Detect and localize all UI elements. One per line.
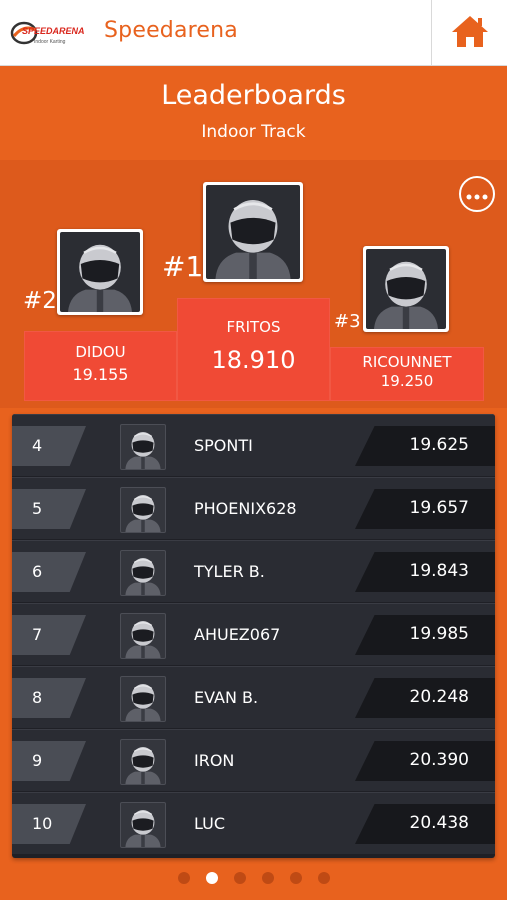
podium-plate-first[interactable]: FRITOS 18.910 [177, 298, 330, 401]
page-dot[interactable] [289, 872, 302, 884]
row-position: 4 [32, 436, 43, 455]
leaderboard-row[interactable]: 9 IRON 20.390 [12, 729, 495, 791]
row-driver-name: EVAN B. [194, 688, 259, 707]
row-position: 5 [32, 499, 43, 518]
row-driver-name: PHOENIX628 [194, 499, 297, 518]
row-position: 8 [32, 688, 43, 707]
podium-time-third: 19.250 [380, 372, 434, 390]
podium-rank-second: #2 [23, 288, 57, 314]
podium-avatar-first[interactable] [203, 182, 303, 282]
page-dot[interactable] [261, 872, 274, 884]
podium-name-second: DIDOU [75, 343, 126, 361]
leaderboard-row[interactable]: 8 EVAN B. 20.248 [12, 666, 495, 728]
podium-rank-first: #1 [162, 250, 204, 283]
helmet-avatar-icon [120, 802, 166, 848]
row-lap-time: 20.248 [409, 687, 469, 707]
page-dot[interactable] [233, 872, 246, 884]
podium-plate-third[interactable]: RICOUNNET 19.250 [330, 347, 484, 401]
home-button[interactable] [431, 0, 507, 66]
more-icon [466, 185, 488, 204]
row-driver-name: IRON [194, 751, 235, 770]
podium-avatar-third[interactable] [363, 246, 449, 332]
helmet-avatar-icon [366, 249, 446, 329]
row-driver-name: LUC [194, 814, 225, 833]
podium-plate-second[interactable]: DIDOU 19.155 [24, 331, 177, 401]
podium-name-third: RICOUNNET [362, 353, 452, 371]
helmet-avatar-icon [120, 550, 166, 596]
helmet-avatar-icon [120, 424, 166, 470]
home-icon [451, 14, 489, 52]
page-indicator[interactable] [0, 872, 507, 886]
app-title: Speedarena [104, 18, 238, 43]
page-title: Leaderboards [161, 80, 346, 111]
podium-time-first: 18.910 [211, 346, 296, 374]
row-position: 6 [32, 562, 43, 581]
track-name: Indoor Track [201, 122, 306, 142]
page-dot[interactable] [317, 872, 330, 884]
helmet-avatar-icon [120, 613, 166, 659]
row-driver-name: SPONTI [194, 436, 253, 455]
svg-text:SPEEDARENA: SPEEDARENA [22, 26, 85, 36]
leaderboard-row[interactable]: 4 SPONTI 19.625 [12, 414, 495, 476]
row-driver-name: AHUEZ067 [194, 625, 281, 644]
app-header: SPEEDARENA Indoor Karting Speedarena [0, 0, 507, 66]
leaderboard-row[interactable]: 6 TYLER B. 19.843 [12, 540, 495, 602]
row-driver-name: TYLER B. [194, 562, 265, 581]
leaderboard-row[interactable]: 7 AHUEZ067 19.985 [12, 603, 495, 665]
row-lap-time: 20.390 [409, 750, 469, 770]
svg-text:Indoor Karting: Indoor Karting [34, 39, 66, 45]
row-lap-time: 19.625 [409, 435, 469, 455]
row-position: 10 [32, 814, 53, 833]
leaderboard-row[interactable]: 10 LUC 20.438 [12, 792, 495, 854]
page-dot-active[interactable] [205, 872, 218, 884]
page-dot[interactable] [177, 872, 190, 884]
podium-avatar-second[interactable] [57, 229, 143, 315]
podium-rank-third: #3 [334, 311, 361, 332]
more-options-button[interactable] [459, 176, 495, 212]
leaderboard-row[interactable]: 5 PHOENIX628 19.657 [12, 477, 495, 539]
leaderboard-list[interactable]: 4 SPONTI 19.625 5 PHOENIX628 19.657 6 TY… [12, 414, 495, 858]
speedarena-logo: SPEEDARENA Indoor Karting [10, 18, 90, 48]
helmet-avatar-icon [120, 739, 166, 785]
row-position: 7 [32, 625, 43, 644]
helmet-avatar-icon [206, 185, 300, 279]
row-lap-time: 19.843 [409, 561, 469, 581]
podium-time-second: 19.155 [72, 365, 129, 384]
row-lap-time: 19.985 [409, 624, 469, 644]
row-position: 9 [32, 751, 43, 770]
row-lap-time: 19.657 [409, 498, 469, 518]
helmet-avatar-icon [120, 676, 166, 722]
podium-name-first: FRITOS [226, 318, 281, 336]
helmet-avatar-icon [60, 232, 140, 312]
helmet-avatar-icon [120, 487, 166, 533]
row-lap-time: 20.438 [409, 813, 469, 833]
